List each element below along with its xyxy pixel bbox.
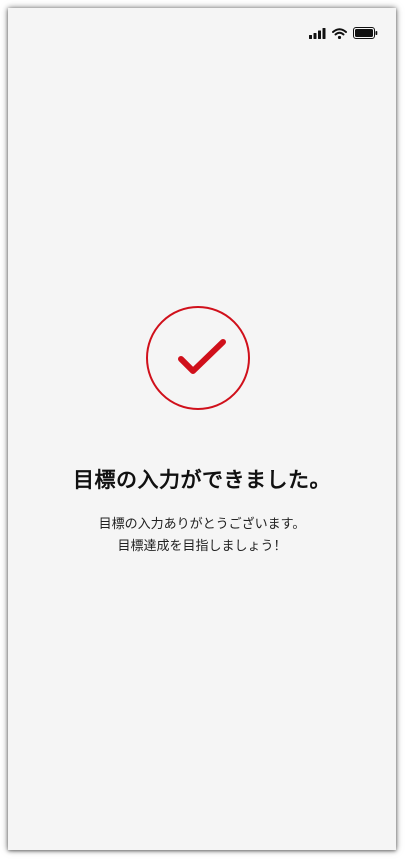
signal-icon xyxy=(309,27,326,39)
message-line-2: 目標達成を目指しましょう！ xyxy=(117,539,287,554)
wifi-icon xyxy=(332,27,347,39)
battery-icon xyxy=(353,27,378,39)
checkmark-icon xyxy=(178,339,226,374)
completion-message: 目標の入力ありがとうございます。 目標達成を目指しましょう！ xyxy=(8,514,396,558)
success-check-circle xyxy=(146,306,250,410)
status-bar xyxy=(309,26,378,40)
completion-title: 目標の入力ができました。 xyxy=(73,468,331,492)
message-line-1: 目標の入力ありがとうございます。 xyxy=(98,517,306,532)
phone-screen: 目標の入力ができました。 目標の入力ありがとうございます。 目標達成を目指しまし… xyxy=(8,8,396,850)
